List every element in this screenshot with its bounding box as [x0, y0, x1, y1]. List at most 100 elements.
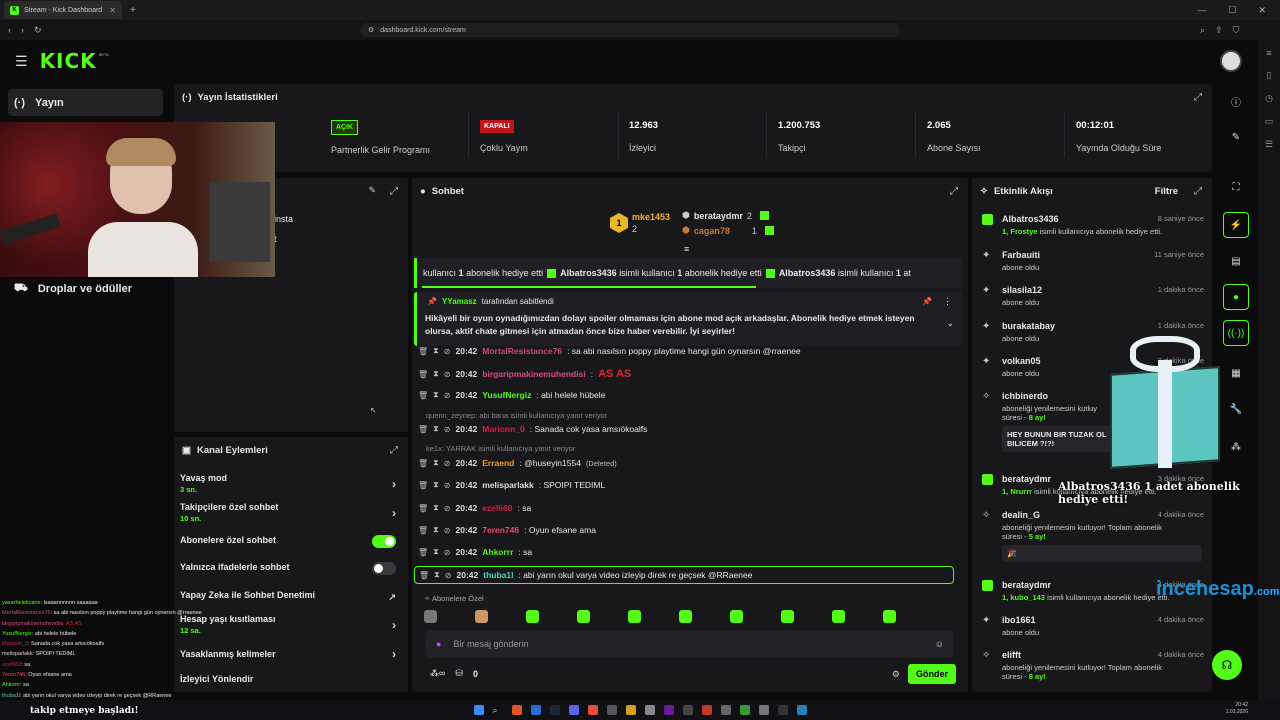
leaderboard-expand-icon[interactable]: ≡	[684, 244, 689, 254]
activity-item[interactable]: ✦ silasila12 1 dakika önce abone oldu	[982, 285, 1204, 307]
sidebar-bookmark-icon[interactable]: ▯	[1267, 70, 1272, 81]
more-options-icon[interactable]: ⋮	[943, 296, 952, 307]
edit-icon[interactable]: ✎	[1223, 124, 1249, 150]
start-icon[interactable]	[473, 705, 484, 715]
hamburger-menu-icon[interactable]: ☰	[15, 53, 28, 70]
chevron-down-icon[interactable]: ⌄	[946, 318, 954, 329]
support-chat-icon[interactable]: ☊	[1212, 650, 1242, 680]
subscribers-only-toggle[interactable]	[372, 535, 396, 548]
leaderboard-second[interactable]: ⬢ berataydmr 2	[682, 210, 773, 221]
screenshot-icon[interactable]: ⛶	[1223, 174, 1249, 200]
expand-icon[interactable]: ⤢	[950, 186, 958, 197]
emote[interactable]	[883, 609, 896, 623]
mic-icon[interactable]: ●	[436, 639, 441, 649]
emote[interactable]	[781, 609, 794, 623]
nav-item-drops[interactable]: ⛟ Droplar ve ödüller	[8, 275, 163, 302]
setting-followers-only[interactable]: Takipçilere özel sohbet 10 sn. ›	[180, 502, 402, 523]
activity-item[interactable]: Albatros3436 8 saniye önce 1, Frostye is…	[982, 214, 1204, 236]
expand-icon[interactable]: ⤢	[1194, 92, 1202, 103]
emote[interactable]	[679, 609, 692, 623]
chevron-right-icon[interactable]: ›	[392, 477, 396, 491]
minecraft-icon[interactable]	[739, 705, 750, 715]
app-icon[interactable]	[777, 705, 788, 715]
close-window-icon[interactable]: ✕	[1258, 5, 1266, 16]
emoji-icon[interactable]: ☺	[935, 639, 944, 649]
app-icon[interactable]	[796, 705, 807, 715]
forward-icon[interactable]: ›	[21, 25, 24, 36]
store-icon[interactable]: ⛁	[455, 668, 463, 679]
emote[interactable]	[526, 609, 539, 623]
app-icon[interactable]	[758, 705, 769, 715]
app-icon[interactable]	[606, 705, 617, 715]
lightning-icon[interactable]: ⚡	[1223, 212, 1249, 238]
setting-slow-mode[interactable]: Yavaş mod 3 sn. ›	[180, 473, 402, 494]
steam-icon[interactable]	[549, 705, 560, 715]
chat-message[interactable]: 🗑 ⧗ ⊘ 20:42 Ahkorrr: sa	[418, 547, 952, 557]
external-link-icon[interactable]: ↗	[388, 592, 396, 603]
chevron-right-icon[interactable]: ›	[392, 647, 396, 661]
chat-icon[interactable]: ●	[1223, 284, 1249, 310]
zoom-icon[interactable]: ⌕	[1200, 25, 1205, 36]
app-icon[interactable]	[663, 705, 674, 715]
emote-only-toggle[interactable]	[372, 562, 396, 575]
chevron-right-icon[interactable]: ›	[392, 618, 396, 632]
chat-message[interactable]: 🗑 ⧗ ⊘ 20:42 YusufNergiz: abi helele hübele	[418, 390, 952, 400]
chat-message[interactable]: 🗑 ⧗ ⊘ 20:42 ezel660: sa	[418, 503, 952, 513]
activity-item[interactable]: ✦ ibo1661 4 dakika önce abone oldu	[982, 615, 1204, 637]
send-button[interactable]: Gönder	[908, 664, 956, 684]
search-icon[interactable]: ⌕	[493, 705, 503, 715]
system-clock[interactable]: 20:42 1.03.2026	[1226, 702, 1248, 716]
sidebar-reading-icon[interactable]: ☰	[1265, 139, 1273, 150]
leaderboard-first[interactable]: 1 mke1453 2	[610, 212, 670, 234]
shield-icon[interactable]: ⛉	[1233, 25, 1240, 36]
back-icon[interactable]: ‹	[8, 25, 11, 36]
points-icon[interactable]: ⁂∞	[430, 668, 445, 679]
setting-subscribers-only[interactable]: Abonelere özel sohbet	[180, 535, 402, 548]
chat-message[interactable]: 🗑 ⧗ ⊘ 20:42 7eren746: Oyun efsane ama	[418, 525, 952, 535]
reload-icon[interactable]: ↻	[34, 25, 42, 36]
maximize-icon[interactable]: ☐	[1228, 5, 1236, 16]
info-icon[interactable]: ⓘ	[1223, 88, 1249, 114]
app-icon[interactable]	[701, 705, 712, 715]
app-icon[interactable]	[625, 705, 636, 715]
chevron-right-icon[interactable]: ›	[392, 506, 396, 520]
kick-logo[interactable]: KICK	[40, 49, 97, 73]
discord-icon[interactable]	[568, 705, 579, 715]
share-icon[interactable]: ⇪	[1215, 25, 1223, 36]
chat-message[interactable]: 🗑 ⧗ ⊘ 20:42 MortalResistance76: sa abi nas…	[418, 346, 952, 356]
browser-tab[interactable]: K Stream - Kick Dashboard ✕	[4, 1, 122, 19]
sidebar-wallet-icon[interactable]: ▭	[1265, 116, 1274, 127]
chat-message[interactable]: 🗑 ⧗ ⊘ 20:42 Marionn_0: Sanada cok yasa ams…	[418, 424, 952, 434]
emote[interactable]	[577, 609, 590, 623]
site-info-icon[interactable]: ⚙	[368, 26, 374, 34]
edit-icon[interactable]: ✎	[368, 185, 376, 196]
activity-item[interactable]: ✧ elifft 4 dakika önce aboneliği yenilem…	[982, 650, 1204, 681]
expand-icon[interactable]: ⤢	[1194, 186, 1202, 197]
chat-settings-icon[interactable]: ⚙	[892, 669, 900, 680]
app-icon[interactable]	[530, 705, 541, 715]
expand-icon[interactable]: ⤢	[390, 186, 398, 197]
nav-item-yayin[interactable]: (·) Yayın	[8, 89, 163, 116]
emote[interactable]	[475, 609, 488, 623]
minimize-icon[interactable]: —	[1197, 5, 1206, 16]
sidebar-menu-icon[interactable]: ≡	[1266, 48, 1271, 58]
emote[interactable]	[832, 609, 845, 623]
app-icon[interactable]	[682, 705, 693, 715]
chat-message[interactable]: 🗑 ⧗ ⊘ 20:42 birgaripmakinemuhendisi: AS AS	[418, 368, 952, 380]
setting-emote-only[interactable]: Yalnızca ifadelerle sohbet	[180, 562, 402, 575]
filter-button[interactable]: Filtre	[1155, 186, 1178, 197]
app-icon[interactable]	[644, 705, 655, 715]
chat-message[interactable]: 🗑 ⧗ ⊘ 20:42 Erraend: @huseyin1554 (Deleted…	[418, 458, 952, 468]
expand-icon[interactable]: ⤢	[390, 445, 398, 456]
leaderboard-third[interactable]: ⬢ cagan78 1	[682, 225, 778, 236]
brave-icon[interactable]	[511, 705, 522, 715]
new-tab-icon[interactable]: +	[130, 5, 136, 16]
notes-icon[interactable]: ▤	[1223, 248, 1249, 274]
activity-item[interactable]: ✦ Farbauiti 11 saniye önce abone oldu	[982, 250, 1204, 272]
chat-input[interactable]: ● Bir mesaj gönderin ☺	[426, 630, 954, 658]
chat-message[interactable]: 🗑 ⧗ ⊘ 20:42 melisparlakk: SPOIPI TEDIML	[418, 480, 952, 490]
app-icon[interactable]	[587, 705, 598, 715]
emote[interactable]	[424, 609, 437, 623]
url-field[interactable]: ⚙ dashboard.kick.com/stream	[360, 23, 900, 37]
emote[interactable]	[628, 609, 641, 623]
